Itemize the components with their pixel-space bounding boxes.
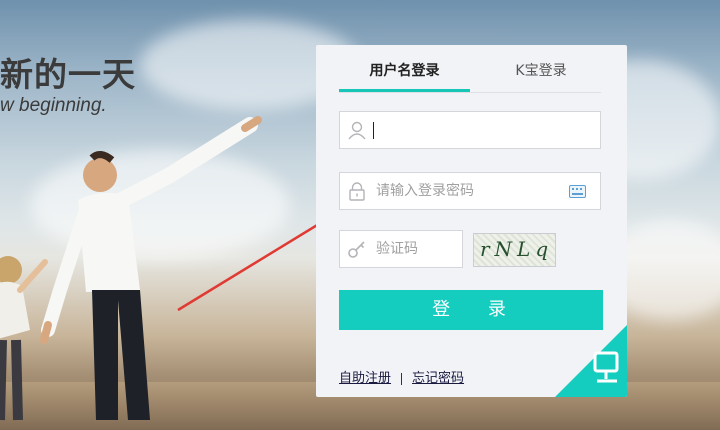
footer-links: 自助注册 忘记密码 — [339, 367, 464, 386]
username-field[interactable] — [339, 111, 601, 149]
forgot-password-link[interactable]: 忘记密码 — [412, 371, 464, 386]
monitor-qr-icon[interactable] — [555, 325, 627, 397]
user-icon — [348, 121, 366, 140]
login-panel: 用户名登录 K宝登录 rNLq 登 — [316, 45, 627, 397]
lock-icon — [349, 182, 365, 201]
link-divider — [401, 372, 403, 385]
password-input[interactable] — [376, 173, 556, 209]
password-field[interactable] — [339, 172, 601, 210]
captcha-input[interactable] — [376, 231, 458, 267]
keyboard-icon[interactable] — [569, 185, 586, 198]
captcha-image[interactable]: rNLq — [473, 233, 556, 267]
key-icon — [348, 241, 365, 258]
text-caret — [373, 122, 374, 139]
register-link[interactable]: 自助注册 — [339, 371, 391, 386]
active-tab-indicator — [339, 89, 470, 92]
tab-username-login[interactable]: 用户名登录 — [339, 59, 470, 93]
tab-kbao-login[interactable]: K宝登录 — [499, 59, 583, 93]
captcha-field[interactable] — [339, 230, 463, 268]
login-button[interactable]: 登 录 — [339, 290, 603, 330]
username-input[interactable] — [376, 112, 591, 148]
login-tabs: 用户名登录 K宝登录 — [339, 59, 601, 93]
